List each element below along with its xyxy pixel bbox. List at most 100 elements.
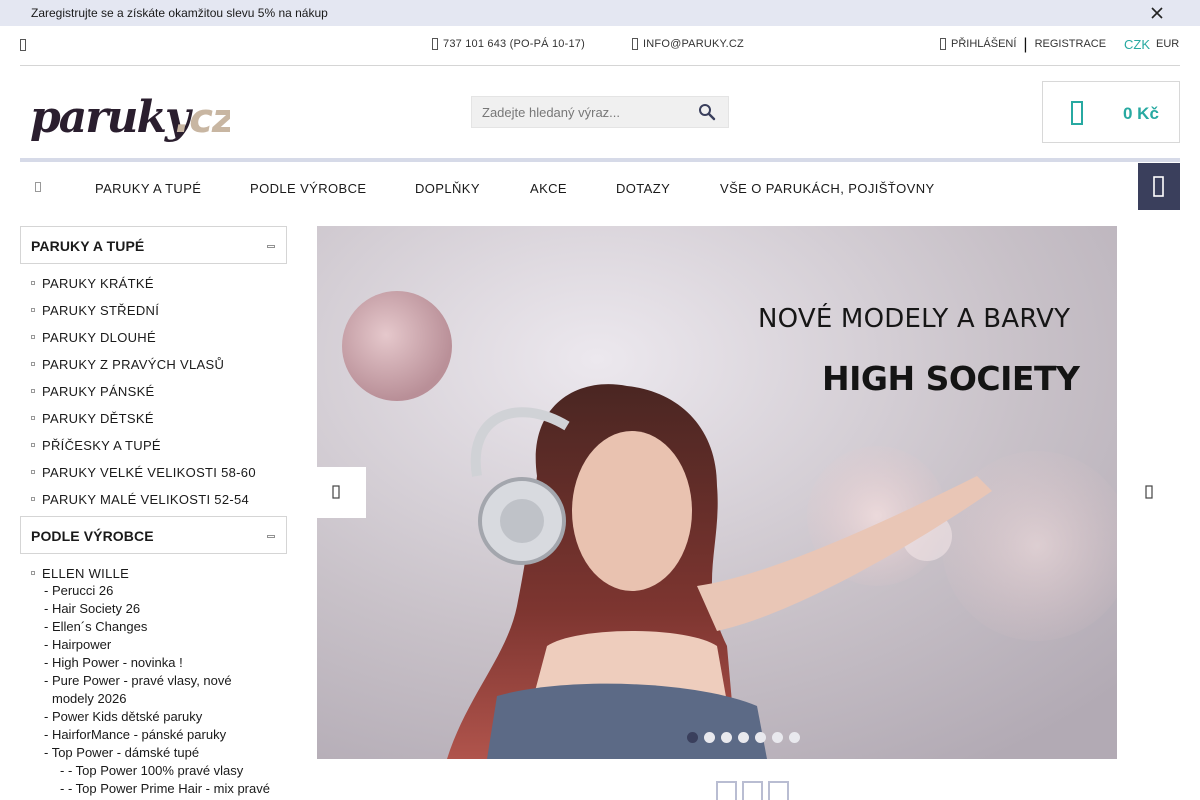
phone-contact[interactable]: 737 101 643 (PO-PÁ 10-17) [432, 38, 585, 50]
home-icon[interactable] [35, 182, 41, 192]
currency-eur[interactable]: EUR [1156, 38, 1179, 50]
sidebar-item-ellen-wille[interactable]: ELLEN WILLE [20, 559, 287, 582]
sidebar-subsubitem[interactable]: - - Top Power 100% pravé vlasy [20, 762, 287, 780]
login-link[interactable]: PŘIHLÁŠENÍ [951, 38, 1016, 50]
sidebar-item-prave-vlasy[interactable]: PARUKY Z PRAVÝCH VLASŮ [20, 350, 287, 377]
slider-dot[interactable] [755, 732, 766, 743]
cart-icon [1071, 101, 1083, 125]
section-icons [716, 781, 789, 800]
nav-item-akce[interactable]: AKCE [530, 181, 567, 196]
sidebar-subitem[interactable]: - Ellen´s Changes [20, 618, 287, 636]
bullet-icon [31, 497, 35, 501]
bullet-icon [31, 308, 35, 312]
sidebar-item-pricesky[interactable]: PŘÍČESKY A TUPÉ [20, 431, 287, 458]
nav-item-vse-o-parukach[interactable]: VŠE O PARUKÁCH, POJIŠŤOVNY [720, 181, 935, 196]
slider-dot[interactable] [704, 732, 715, 743]
placeholder-icon [768, 781, 789, 800]
sidebar-item-panske[interactable]: PARUKY PÁNSKÉ [20, 377, 287, 404]
sidebar-item-velke[interactable]: PARUKY VELKÉ VELIKOSTI 58-60 [20, 458, 287, 485]
account-links: PŘIHLÁŠENÍ | REGISTRACE [940, 35, 1107, 53]
site-logo[interactable]: paruky .cz [30, 92, 237, 150]
menu-icon[interactable] [20, 39, 26, 51]
search-box [471, 96, 729, 128]
sidebar-item-label: PARUKY STŘEDNÍ [42, 303, 160, 318]
main-nav: PARUKY A TUPÉ PODLE VÝROBCE DOPLŇKY AKCE… [20, 162, 1180, 212]
sidebar-header-title: PODLE VÝROBCE [31, 528, 154, 544]
nav-item-paruky-a-tupe[interactable]: PARUKY A TUPÉ [95, 181, 201, 196]
sidebar-item-kratke[interactable]: PARUKY KRÁTKÉ [20, 269, 287, 296]
slider-next-button[interactable] [1131, 467, 1167, 518]
placeholder-icon [716, 781, 737, 800]
nav-item-podle-vyrobce[interactable]: PODLE VÝROBCE [250, 181, 366, 196]
sidebar-subitem[interactable]: - High Power - novinka ! [20, 654, 287, 672]
search-input[interactable] [472, 97, 692, 127]
register-link[interactable]: REGISTRACE [1035, 38, 1107, 50]
slide-headline: NOVÉ MODELY A BARVY [758, 304, 1071, 334]
sidebar-item-label: ELLEN WILLE [42, 566, 130, 581]
slider-dot[interactable] [721, 732, 732, 743]
sidebar-item-label: PARUKY Z PRAVÝCH VLASŮ [42, 357, 225, 372]
sidebar-item-dlouhe[interactable]: PARUKY DLOUHÉ [20, 323, 287, 350]
currency-czk[interactable]: CZK [1124, 37, 1150, 52]
sidebar-header-vyrobce[interactable]: PODLE VÝROBCE [20, 516, 287, 554]
sidebar-item-label: PARUKY KRÁTKÉ [42, 276, 154, 291]
sidebar-item-label: PARUKY PÁNSKÉ [42, 384, 155, 399]
placeholder-icon [742, 781, 763, 800]
category-sidebar: PARUKY A TUPÉ PARUKY KRÁTKÉ PARUKY STŘED… [20, 226, 287, 800]
email-contact[interactable]: INFO@PARUKY.CZ [632, 38, 744, 50]
cart-button[interactable]: 0 Kč [1042, 81, 1180, 143]
arrow-left-icon [332, 485, 340, 499]
sidebar-subitem[interactable]: - Top Power - dámské tupé [20, 744, 287, 762]
nav-item-doplnky[interactable]: DOPLŇKY [415, 181, 480, 196]
sidebar-item-male[interactable]: PARUKY MALÉ VELIKOSTI 52-54 [20, 485, 287, 512]
slider-dot[interactable] [738, 732, 749, 743]
sidebar-subitem[interactable]: - Hair Society 26 [20, 600, 287, 618]
sidebar-item-stredni[interactable]: PARUKY STŘEDNÍ [20, 296, 287, 323]
sidebar-item-detske[interactable]: PARUKY DĚTSKÉ [20, 404, 287, 431]
sidebar-subitem[interactable]: - Perucci 26 [20, 582, 287, 600]
sidebar-item-label: PARUKY DĚTSKÉ [42, 411, 154, 426]
phone-number: 737 101 643 (PO-PÁ 10-17) [443, 38, 585, 50]
sidebar-subitem[interactable]: - Pure Power - pravé vlasy, nové modely … [20, 672, 287, 708]
sidebar-list-vyrobce: ELLEN WILLE - Perucci 26 - Hair Society … [20, 554, 287, 800]
slider-dots [687, 732, 800, 743]
sidebar-subitem[interactable]: - Power Kids dětské paruky [20, 708, 287, 726]
close-icon[interactable] [1148, 4, 1166, 22]
sidebar-item-label: PARUKY VELKÉ VELIKOSTI 58-60 [42, 465, 256, 480]
bullet-icon [31, 443, 35, 447]
cart-total: 0 Kč [1123, 104, 1159, 123]
slider-dot[interactable] [789, 732, 800, 743]
slider-prev-button[interactable] [317, 467, 366, 518]
slider-dot[interactable] [772, 732, 783, 743]
hero-slider[interactable]: NOVÉ MODELY A BARVY HIGH SOCIETY [317, 226, 1117, 759]
promo-text: Zaregistrujte se a získáte okamžitou sle… [31, 6, 328, 20]
user-icon [940, 38, 946, 50]
search-icon[interactable] [698, 103, 716, 121]
collapse-icon[interactable] [267, 245, 275, 248]
sidebar-header-title: PARUKY A TUPÉ [31, 238, 145, 254]
nav-search-button[interactable] [1138, 163, 1180, 210]
bullet-icon [31, 571, 35, 575]
nav-search-icon [1153, 176, 1164, 197]
arrow-right-icon [1145, 485, 1153, 499]
collapse-icon[interactable] [267, 535, 275, 538]
bullet-icon [31, 362, 35, 366]
bullet-icon [31, 335, 35, 339]
sidebar-header-paruky[interactable]: PARUKY A TUPÉ [20, 226, 287, 264]
sidebar-subsubitem[interactable]: - - Top Power Prime Hair - mix pravé vla… [20, 780, 287, 800]
slider-dot[interactable] [687, 732, 698, 743]
sidebar-subitem[interactable]: - Hairpower [20, 636, 287, 654]
bullet-icon [31, 389, 35, 393]
logo-text: paruky [30, 92, 194, 143]
logo-tld: .cz [175, 96, 230, 142]
sidebar-subitem[interactable]: - HairforMance - pánské paruky [20, 726, 287, 744]
top-bar: 737 101 643 (PO-PÁ 10-17) INFO@PARUKY.CZ… [20, 26, 1180, 66]
sidebar-item-label: PŘÍČESKY A TUPÉ [42, 438, 161, 453]
promo-bar: Zaregistrujte se a získáte okamžitou sle… [0, 0, 1200, 26]
login-separator: | [1023, 35, 1028, 53]
nav-item-dotazy[interactable]: DOTAZY [616, 181, 670, 196]
email-address: INFO@PARUKY.CZ [643, 38, 744, 50]
bullet-icon [31, 281, 35, 285]
phone-icon [432, 38, 438, 50]
bullet-icon [31, 416, 35, 420]
